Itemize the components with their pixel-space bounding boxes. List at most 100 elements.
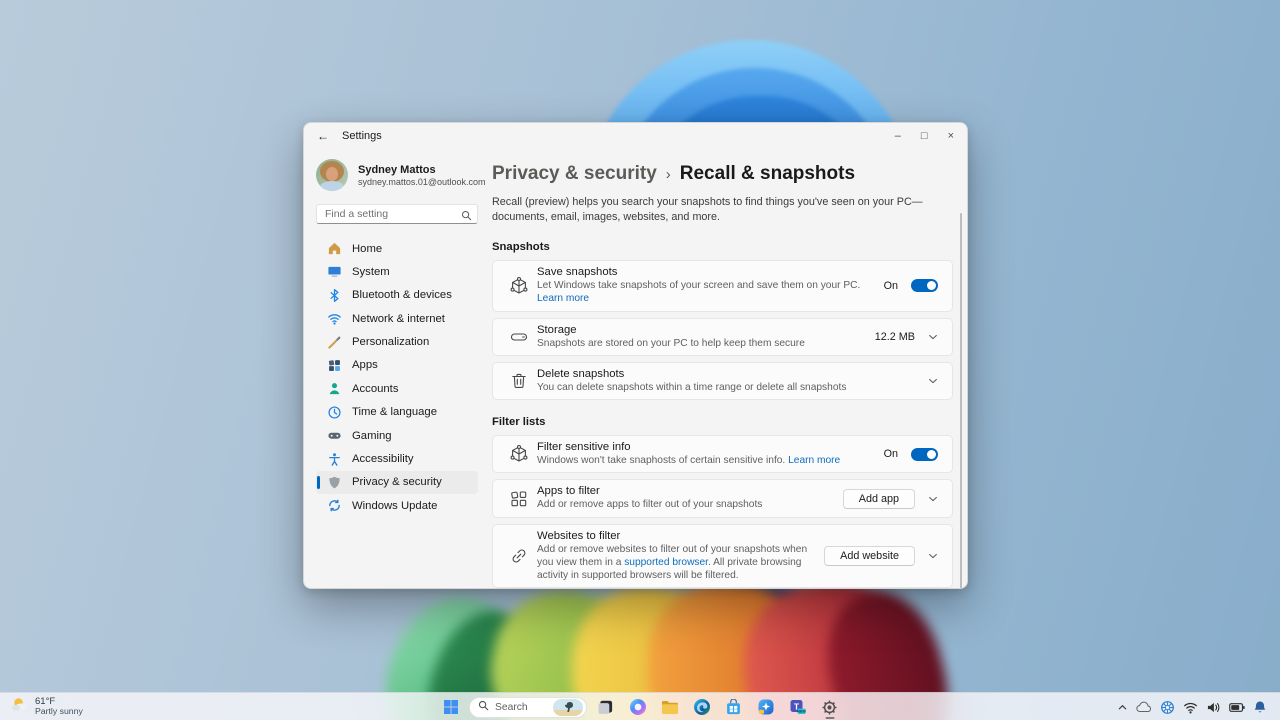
page-title: Recall & snapshots	[679, 163, 856, 184]
taskbar-center: Search T NEW	[437, 693, 843, 720]
microsoft-365-copilot-icon[interactable]	[752, 694, 779, 720]
back-button[interactable]: ←	[317, 129, 333, 143]
toggle-state-label: On	[883, 448, 898, 461]
shield-icon	[327, 475, 342, 490]
chevron-down-icon[interactable]	[928, 376, 938, 386]
row-title: Save snapshots	[537, 266, 618, 279]
task-view-icon[interactable]	[592, 694, 619, 720]
sidebar-item-apps[interactable]: Apps	[316, 354, 478, 377]
learn-more-link[interactable]: Learn more	[537, 293, 589, 304]
storage-value: 12.2 MB	[874, 330, 915, 343]
hidden-icons-chevron[interactable]	[1117, 702, 1128, 713]
sidebar-item-bluetooth-devices[interactable]: Bluetooth & devices	[316, 284, 478, 307]
row-description: Snapshots are stored on your PC to help …	[537, 337, 805, 349]
toggle-knob	[927, 281, 936, 291]
settings-taskbar-icon[interactable]	[816, 694, 843, 720]
settings-sidebar: Sydney Mattos sydney.mattos.01@outlook.c…	[304, 149, 492, 588]
page-description: Recall (preview) helps you search your s…	[492, 196, 923, 224]
search-highlight-thumbnail	[553, 698, 583, 716]
sidebar-item-windows-update[interactable]: Windows Update	[316, 494, 478, 517]
breadcrumb-separator: ›	[665, 166, 671, 183]
start-button[interactable]	[437, 694, 464, 720]
sidebar-item-accounts[interactable]: Accounts	[316, 377, 478, 400]
sidebar-item-privacy-security[interactable]: Privacy & security	[316, 470, 478, 494]
account-profile[interactable]: Sydney Mattos sydney.mattos.01@outlook.c…	[316, 159, 486, 191]
supported-browser-link[interactable]: supported browser	[624, 557, 708, 568]
sidebar-item-system[interactable]: System	[316, 260, 478, 283]
breadcrumb-parent[interactable]: Privacy & security	[492, 163, 657, 185]
section-title-snapshots: Snapshots	[492, 241, 550, 254]
system-tray	[1117, 693, 1280, 720]
taskbar-search[interactable]: Search	[469, 696, 587, 718]
setting-row-apps-to-filter[interactable]: Apps to filter Add or remove apps to fil…	[492, 479, 953, 518]
titlebar: ← Settings – □ ×	[304, 123, 967, 149]
add-website-button[interactable]: Add website	[824, 546, 915, 567]
weather-widget[interactable]: 61°F Partly sunny	[10, 696, 83, 718]
profile-email: sydney.mattos.01@outlook.com	[358, 177, 486, 188]
search-icon	[461, 208, 472, 226]
settings-content: Privacy & security › Recall & snapshots …	[492, 149, 967, 588]
setting-row-storage[interactable]: Storage Snapshots are stored on your PC …	[492, 317, 953, 356]
sidebar-item-gaming[interactable]: Gaming	[316, 424, 478, 447]
recall-icon	[501, 276, 537, 296]
monitor-icon	[327, 264, 342, 279]
onedrive-cloud-icon[interactable]	[1136, 701, 1152, 713]
row-title: Delete snapshots	[537, 367, 625, 380]
row-title: Storage	[537, 323, 577, 336]
find-a-setting-input[interactable]	[316, 204, 478, 224]
chevron-down-icon[interactable]	[928, 332, 938, 342]
learn-more-link[interactable]: Learn more	[788, 455, 840, 466]
update-icon	[327, 498, 342, 513]
row-description: Windows won't take snaphosts of certain …	[537, 455, 841, 467]
minimize-button[interactable]: –	[895, 130, 901, 142]
chevron-down-icon[interactable]	[928, 494, 938, 504]
sidebar-item-network-internet[interactable]: Network & internet	[316, 307, 478, 330]
sidebar-item-accessibility[interactable]: Accessibility	[316, 448, 478, 471]
setting-row-delete-snapshots[interactable]: Delete snapshots You can delete snapshot…	[492, 361, 953, 401]
storage-icon	[501, 327, 537, 347]
microsoft-store-icon[interactable]	[720, 694, 747, 720]
volume-icon[interactable]	[1206, 701, 1221, 714]
home-icon	[327, 241, 342, 256]
sidebar-item-time-language[interactable]: Time & language	[316, 401, 478, 424]
row-title: Apps to filter	[537, 485, 600, 498]
filter-sensitive-info-toggle[interactable]	[911, 447, 938, 461]
apps-icon	[327, 358, 342, 373]
trash-icon	[501, 371, 537, 391]
battery-icon[interactable]	[1229, 702, 1245, 713]
notification-bell-icon[interactable]	[1253, 700, 1267, 714]
apps-grid-icon	[501, 489, 537, 509]
maximize-button[interactable]: □	[921, 130, 928, 142]
toggle-state-label: On	[883, 279, 898, 292]
setting-row-websites-to-filter[interactable]: Websites to filter Add or remove website…	[492, 523, 953, 588]
search-label: Search	[495, 701, 528, 713]
brush-icon	[327, 335, 342, 350]
file-explorer-icon[interactable]	[656, 694, 683, 720]
row-description: Add or remove websites to filter out of …	[537, 543, 808, 582]
accessibility-icon	[327, 452, 342, 467]
avatar	[316, 159, 348, 191]
save-snapshots-toggle[interactable]	[911, 279, 938, 293]
edge-icon[interactable]	[688, 694, 715, 720]
row-description: Add or remove apps to filter out of your…	[537, 499, 763, 511]
settings-window: ← Settings – □ × Sydney Mattos sydney.ma…	[303, 122, 968, 589]
setting-row-filter-sensitive-info: Filter sensitive info Windows won't take…	[492, 435, 953, 474]
copilot-icon[interactable]	[624, 694, 651, 720]
content-scrollbar[interactable]	[960, 213, 962, 588]
profile-name: Sydney Mattos	[358, 163, 436, 176]
sidebar-item-home[interactable]: Home	[316, 237, 478, 260]
recall-icon	[501, 444, 537, 464]
close-button[interactable]: ×	[948, 130, 954, 142]
sidebar-nav: Home System Bluetooth & devices Network …	[316, 237, 478, 517]
chevron-down-icon[interactable]	[928, 551, 938, 561]
window-title: Settings	[342, 130, 382, 142]
section-title-filter-lists: Filter lists	[492, 416, 546, 429]
globe-icon[interactable]	[1160, 700, 1175, 715]
clock-icon	[327, 405, 342, 420]
setting-row-save-snapshots: Save snapshots Let Windows take snapshot…	[492, 260, 953, 312]
sidebar-item-personalization[interactable]: Personalization	[316, 331, 478, 354]
add-app-button[interactable]: Add app	[842, 488, 915, 509]
wifi-icon[interactable]	[1183, 701, 1198, 714]
bluetooth-icon	[327, 288, 342, 303]
teams-icon[interactable]: T NEW	[784, 694, 811, 720]
